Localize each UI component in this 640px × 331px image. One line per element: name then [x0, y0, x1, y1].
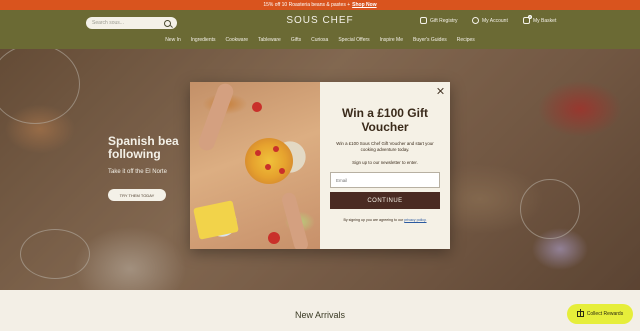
nav-item-gifts[interactable]: Gifts: [291, 37, 301, 43]
search-icon[interactable]: [164, 19, 171, 27]
modal-description: Win a £100 Sous Chef Gift Voucher and st…: [336, 141, 434, 152]
site-logo[interactable]: SOUS CHEF: [260, 15, 380, 26]
basket-count-badge: 0: [528, 15, 532, 19]
nav-item-inspire-me[interactable]: Inspire Me: [380, 37, 403, 43]
nav-item-special-offers[interactable]: Special Offers: [338, 37, 369, 43]
search-bar[interactable]: Search sous...: [86, 17, 177, 29]
privacy-policy-link[interactable]: privacy policy.: [404, 218, 426, 222]
nav-item-new-in[interactable]: New In: [165, 37, 181, 43]
hero-title: Spanish bea following: [108, 134, 179, 161]
nav-item-recipes[interactable]: Recipes: [457, 37, 475, 43]
nav-item-cookware[interactable]: Cookware: [226, 37, 249, 43]
modal-signup-text: Sign up to our newsletter to enter.: [352, 160, 418, 165]
nav-item-tableware[interactable]: Tableware: [258, 37, 281, 43]
promo-text: 15% off 10 Roasteria beans & pastes +: [263, 2, 351, 8]
new-arrivals-heading: New Arrivals: [294, 310, 345, 320]
collect-rewards-button[interactable]: Collect Rewards: [567, 304, 633, 324]
arm-shape: [280, 191, 310, 249]
terms-text: By signing up you are agreeing to our pr…: [326, 218, 444, 222]
modal-food-image: [190, 82, 320, 249]
site-header: Search sous... SOUS CHEF Gift Registry M…: [0, 10, 640, 49]
arm-shape: [196, 82, 236, 153]
topping-dot: [273, 146, 279, 152]
collect-rewards-label: Collect Rewards: [586, 311, 624, 317]
pizza-shape: [245, 138, 293, 184]
email-field[interactable]: [330, 172, 440, 188]
promo-bar: 15% off 10 Roasteria beans & pastes + Sh…: [0, 0, 640, 10]
my-basket-link[interactable]: 0 My Basket: [523, 15, 557, 24]
user-icon: [472, 17, 479, 24]
topping-dot: [255, 150, 261, 156]
gift-registry-label: Gift Registry: [430, 17, 458, 24]
basket-icon: 0: [523, 15, 532, 24]
my-account-link[interactable]: My Account: [472, 17, 508, 24]
hero-cta-button[interactable]: TRY THEM TODAY: [108, 189, 166, 201]
promo-shop-now-link[interactable]: Shop Now: [352, 2, 376, 8]
close-icon[interactable]: [437, 87, 445, 95]
gift-registry-link[interactable]: Gift Registry: [420, 17, 458, 24]
tomato-shape: [252, 102, 262, 112]
topping-dot: [265, 164, 271, 170]
new-arrivals-section: New Arrivals: [0, 290, 640, 331]
my-account-label: My Account: [482, 17, 508, 24]
search-input[interactable]: Search sous...: [92, 20, 164, 26]
nav-item-curiosa[interactable]: Curiosa: [311, 37, 328, 43]
hero-subtitle: Take it off the El Norte: [108, 169, 167, 175]
nav-item-ingredients[interactable]: Ingredients: [191, 37, 216, 43]
cheese-shape: [193, 200, 239, 240]
my-basket-label: My Basket: [533, 17, 557, 24]
gift-icon: [576, 309, 584, 317]
modal-title: Win a £100 Gift Voucher: [342, 106, 428, 134]
terms-label: By signing up you are agreeing to our: [343, 218, 404, 222]
nav-item-buyers-guides[interactable]: Buyer's Guides: [413, 37, 447, 43]
tomato-shape: [268, 232, 280, 244]
gift-icon: [420, 17, 427, 24]
topping-dot: [279, 168, 285, 174]
continue-button[interactable]: CONTINUE: [330, 192, 440, 209]
modal-content: Win a £100 Gift Voucher Win a £100 Sous …: [320, 82, 450, 249]
main-nav: New In Ingredients Cookware Tableware Gi…: [0, 37, 640, 43]
newsletter-modal: Win a £100 Gift Voucher Win a £100 Sous …: [190, 82, 450, 249]
